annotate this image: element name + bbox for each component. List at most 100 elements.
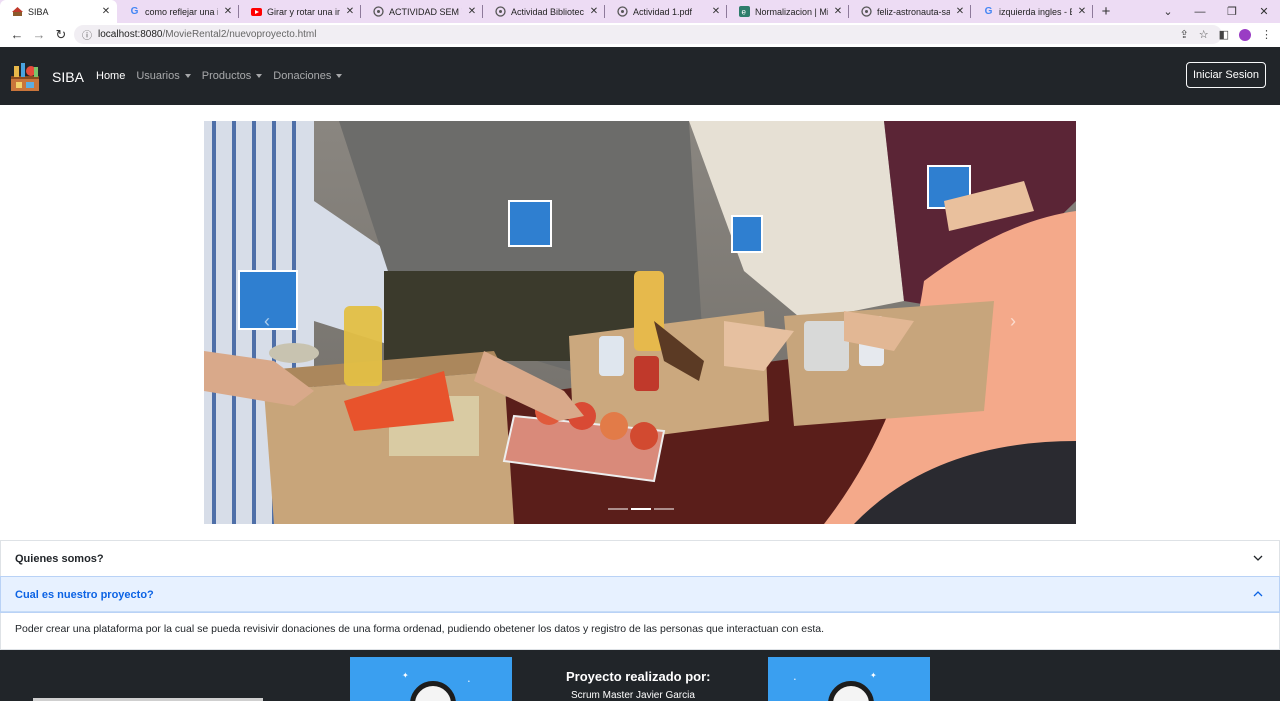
minimize-icon[interactable]: — — [1184, 6, 1216, 18]
caret-down-icon — [256, 74, 263, 79]
close-icon[interactable]: ✕ — [955, 6, 965, 17]
accordion-title: Cual es nuestro proyecto? — [15, 588, 154, 601]
nav-dropdown-donaciones[interactable]: Donaciones — [273, 70, 343, 82]
close-icon[interactable]: ✕ — [833, 6, 843, 17]
tab-label: Actividad Biblioteca 1 — [511, 6, 584, 17]
new-tab-button[interactable]: + — [1093, 0, 1119, 23]
accordion-item-proyecto: Cual es nuestro proyecto? Poder crear un… — [0, 577, 1280, 650]
chevron-up-icon — [1253, 591, 1263, 597]
globe-icon — [861, 6, 872, 17]
star-icon: ✦ — [870, 671, 877, 680]
close-window-icon[interactable]: ✕ — [1248, 5, 1280, 18]
toolbar-actions: ⇪ ☆ ◧ ⋮ — [1180, 23, 1272, 46]
reload-icon[interactable]: ↻ — [50, 27, 72, 43]
close-icon[interactable]: ✕ — [101, 6, 111, 17]
carousel-indicators — [608, 508, 674, 510]
login-button[interactable]: Iniciar Sesion — [1186, 62, 1266, 88]
carousel-prev-icon[interactable]: ‹ — [264, 311, 270, 332]
nav-link-home[interactable]: Home — [96, 70, 125, 82]
browser-tab-2[interactable]: Girar y rotar una imag ✕ — [239, 0, 361, 23]
youtube-icon — [251, 6, 262, 17]
accordion-title: Quienes somos? — [15, 552, 104, 565]
svg-text:e: e — [742, 8, 747, 17]
nav-dropdown-usuarios[interactable]: Usuarios — [136, 70, 191, 82]
close-icon[interactable]: ✕ — [711, 6, 721, 17]
browser-tab-6[interactable]: e Normalizacion | Mind ✕ — [727, 0, 849, 23]
back-arrow-icon[interactable]: ← — [6, 27, 28, 42]
info-icon[interactable]: ⓘ — [82, 27, 92, 42]
chevron-down-icon — [1253, 555, 1263, 561]
astronaut-helmet — [828, 681, 874, 701]
site-footer: ✦ • Proyecto realizado por: Scrum Master… — [0, 650, 1280, 701]
browser-toolbar: ← → ↻ ⓘ localhost:8080/MovieRental2/nuev… — [0, 23, 1280, 46]
url-path: /MovieRental2/nuevoproyecto.html — [162, 29, 317, 40]
close-icon[interactable]: ✕ — [589, 6, 599, 17]
nav-link-label: Usuarios — [136, 70, 180, 82]
carousel-indicator[interactable] — [654, 508, 674, 510]
forward-arrow-icon[interactable]: → — [28, 27, 50, 42]
main-nav: Home Usuarios Productos Donaciones — [96, 70, 343, 82]
tab-label: ACTIVIDAD SEM 7 EJE — [389, 6, 462, 17]
tab-label: feliz-astronauta-saltar — [877, 6, 950, 17]
window-controls: ⌄ — ❐ ✕ — [1152, 0, 1280, 23]
browser-tab-4[interactable]: Actividad Biblioteca 1 ✕ — [483, 0, 605, 23]
star-icon[interactable]: ☆ — [1199, 28, 1209, 41]
footer-subtitle: Scrum Master Javier Garcia — [571, 690, 695, 701]
site-navbar: SIBA Home Usuarios Productos Donaciones … — [0, 47, 1280, 105]
close-icon[interactable]: ✕ — [345, 6, 355, 17]
star-icon: • — [468, 679, 470, 685]
browser-tab-7[interactable]: feliz-astronauta-saltar ✕ — [849, 0, 971, 23]
caret-down-icon — [336, 74, 343, 79]
globe-icon — [373, 6, 384, 17]
browser-tab-5[interactable]: Actividad 1.pdf ✕ — [605, 0, 727, 23]
carousel-next-icon[interactable]: › — [1010, 311, 1016, 332]
restore-icon[interactable]: ❐ — [1216, 5, 1248, 18]
star-icon: • — [794, 677, 796, 683]
close-icon[interactable]: ✕ — [467, 6, 477, 17]
profile-avatar-icon[interactable] — [1239, 28, 1251, 41]
hero-carousel: ‹ › — [204, 121, 1076, 524]
close-icon[interactable]: ✕ — [223, 6, 233, 17]
google-icon: G — [130, 6, 139, 17]
browser-tab-8[interactable]: G izquierda ingles - Bus ✕ — [971, 0, 1093, 23]
caret-down-icon — [184, 74, 191, 79]
browser-tab-1[interactable]: G como reflejar una ima ✕ — [117, 0, 239, 23]
tab-label: Actividad 1.pdf — [633, 6, 693, 17]
menu-dots-icon[interactable]: ⋮ — [1261, 28, 1272, 41]
browser-tab-0[interactable]: SIBA ✕ — [0, 0, 117, 23]
globe-icon — [617, 6, 628, 17]
carousel-indicator[interactable] — [608, 508, 628, 510]
astronaut-image-left: ✦ • — [350, 657, 512, 701]
accordion-button-quienes-somos[interactable]: Quienes somos? — [1, 541, 1279, 576]
share-icon[interactable]: ⇪ — [1180, 28, 1189, 41]
browser-tab-strip: SIBA ✕ G como reflejar una ima ✕ Girar y… — [0, 0, 1280, 23]
address-bar-input[interactable]: ⓘ localhost:8080/MovieRental2/nuevoproye… — [74, 25, 1222, 44]
google-icon: G — [984, 6, 993, 17]
tab-label: como reflejar una ima — [145, 6, 218, 17]
mind-icon: e — [739, 6, 750, 17]
tab-label: Normalizacion | Mind — [755, 6, 828, 17]
nav-dropdown-productos[interactable]: Productos — [202, 70, 263, 82]
sidepanel-icon[interactable]: ◧ — [1219, 28, 1229, 41]
tab-label: Girar y rotar una imag — [267, 6, 340, 17]
url-host: localhost:8080 — [98, 29, 163, 40]
star-icon: ✦ — [402, 671, 409, 680]
globe-icon — [495, 6, 506, 17]
astronaut-helmet — [410, 681, 456, 701]
accordion-body-proyecto: Poder crear una plataforma por la cual s… — [15, 623, 825, 635]
nav-link-label: Productos — [201, 70, 252, 82]
nav-link-label: Donaciones — [273, 70, 332, 82]
footer-title: Proyecto realizado por: — [566, 669, 711, 684]
accordion-button-proyecto[interactable]: Cual es nuestro proyecto? — [1, 577, 1279, 612]
carousel-indicator[interactable] — [631, 508, 651, 510]
tab-label: izquierda ingles - Bus — [999, 6, 1072, 17]
tab-label: SIBA — [28, 6, 49, 17]
siba-logo-icon[interactable] — [8, 58, 42, 94]
brand-name[interactable]: SIBA — [52, 69, 84, 85]
browser-tab-3[interactable]: ACTIVIDAD SEM 7 EJE ✕ — [361, 0, 483, 23]
close-icon[interactable]: ✕ — [1077, 6, 1087, 17]
chevron-down-icon[interactable]: ⌄ — [1152, 5, 1184, 18]
accordion-item-quienes-somos: Quienes somos? — [0, 540, 1280, 577]
carousel-image-food-donation — [204, 121, 1076, 524]
astronaut-image-right: ✦ • — [768, 657, 930, 701]
